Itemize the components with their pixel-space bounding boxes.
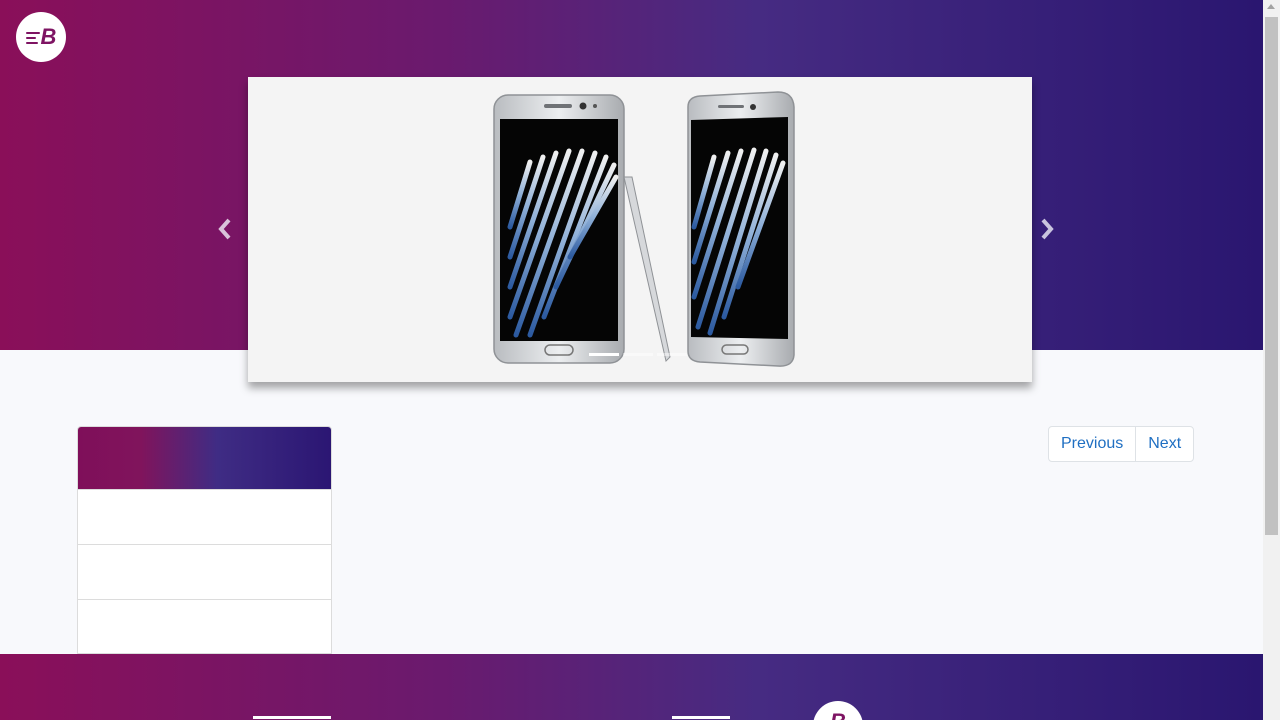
phone-angled <box>687 91 795 367</box>
scroll-up-icon[interactable] <box>1267 4 1275 9</box>
carousel-indicator[interactable] <box>589 353 619 356</box>
stylus <box>623 176 671 362</box>
slide-image <box>493 91 795 367</box>
logo-letter: B <box>40 24 57 49</box>
scrollbar-thumb[interactable] <box>1265 17 1278 535</box>
footer-logo[interactable]: B <box>813 701 863 720</box>
page-scrollbar[interactable] <box>1263 0 1280 720</box>
footer-divider <box>253 716 331 719</box>
chevron-right-icon <box>1041 218 1054 240</box>
category-list-item[interactable] <box>78 599 331 653</box>
category-panel-header <box>78 427 331 489</box>
category-panel <box>77 426 332 654</box>
carousel-next-button[interactable] <box>1034 216 1060 242</box>
carousel-indicator[interactable] <box>623 353 653 356</box>
chevron-left-icon <box>218 218 231 240</box>
speed-lines <box>25 32 40 44</box>
brand-logo-icon: B <box>25 24 57 49</box>
carousel-indicators <box>589 353 687 356</box>
category-list-item[interactable] <box>78 489 331 544</box>
footer-divider <box>672 716 730 719</box>
carousel-prev-button[interactable] <box>212 216 238 242</box>
carousel-indicator[interactable] <box>657 353 687 356</box>
category-list-item[interactable] <box>78 544 331 599</box>
carousel-slide <box>248 77 1032 382</box>
pagination: Previous Next <box>1048 426 1195 462</box>
brand-logo[interactable]: B <box>16 12 66 62</box>
previous-page-button[interactable]: Previous <box>1049 427 1135 461</box>
next-page-button[interactable]: Next <box>1135 427 1193 461</box>
phone-front <box>493 94 625 364</box>
footer-logo-letter: B <box>830 711 846 720</box>
footer: B <box>0 654 1263 720</box>
